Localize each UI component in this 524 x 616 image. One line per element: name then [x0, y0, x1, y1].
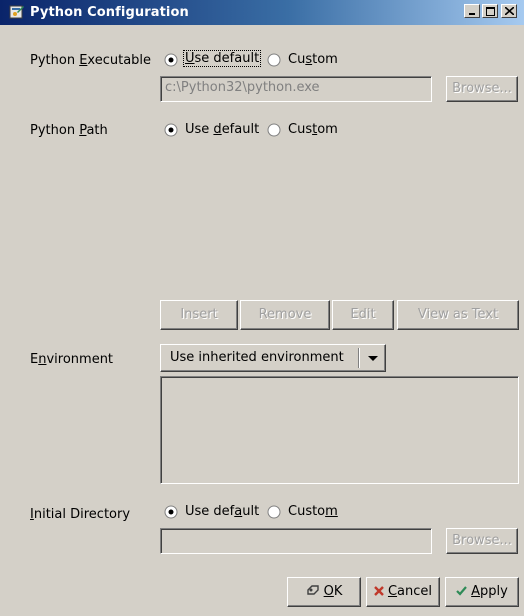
- directory-browse-button[interactable]: Browse...: [446, 528, 518, 554]
- executable-use-default-radio[interactable]: [164, 53, 178, 67]
- path-custom-label[interactable]: Custom: [288, 122, 338, 137]
- cancel-x-icon: [374, 586, 384, 596]
- directory-custom-label[interactable]: Custom: [288, 504, 338, 519]
- directory-path-field[interactable]: [160, 528, 432, 554]
- path-use-default-radio[interactable]: [164, 123, 178, 137]
- environment-variables-area[interactable]: [160, 376, 519, 484]
- minimize-button[interactable]: [464, 4, 480, 18]
- executable-custom-label[interactable]: Custom: [288, 52, 338, 67]
- python-executable-label: Python Executable: [30, 53, 152, 68]
- environment-select-value: Use inherited environment: [170, 350, 344, 365]
- executable-use-default-label[interactable]: Use default: [183, 50, 262, 67]
- close-icon: [505, 7, 514, 15]
- executable-browse-button[interactable]: Browse...: [446, 76, 518, 102]
- environment-select-divider: [358, 348, 359, 368]
- window-title: Python Configuration: [30, 5, 189, 20]
- executable-custom-radio[interactable]: [267, 53, 281, 67]
- directory-use-default-label[interactable]: Use default: [185, 504, 259, 519]
- chevron-down-icon: [368, 356, 378, 361]
- ok-button[interactable]: OK: [287, 577, 361, 607]
- directory-use-default-radio[interactable]: [164, 505, 178, 519]
- environment-label: Environment: [30, 352, 114, 367]
- maximize-button[interactable]: [482, 4, 498, 18]
- path-insert-button[interactable]: Insert: [160, 300, 238, 330]
- path-use-default-label[interactable]: Use default: [185, 122, 259, 137]
- path-view-as-text-button[interactable]: View as Text: [397, 300, 519, 330]
- ok-icon: [306, 585, 319, 595]
- python-config-icon: [9, 5, 24, 19]
- directory-custom-radio[interactable]: [267, 505, 281, 519]
- apply-button[interactable]: Apply: [445, 577, 519, 607]
- close-button[interactable]: [501, 4, 517, 18]
- path-custom-radio[interactable]: [267, 123, 281, 137]
- title-bar[interactable]: Python Configuration: [0, 0, 524, 25]
- initial-directory-label: Initial Directory: [30, 507, 131, 522]
- python-configuration-window: Python Configuration Python Executable U…: [0, 0, 524, 616]
- cancel-button[interactable]: Cancel: [366, 577, 440, 607]
- environment-select[interactable]: Use inherited environment: [160, 344, 386, 372]
- path-remove-button[interactable]: Remove: [240, 300, 330, 330]
- path-edit-button[interactable]: Edit: [332, 300, 394, 330]
- executable-path-field[interactable]: c:\Python32\python.exe: [160, 76, 432, 102]
- checkmark-icon: [456, 586, 467, 596]
- python-path-label: Python Path: [30, 123, 108, 138]
